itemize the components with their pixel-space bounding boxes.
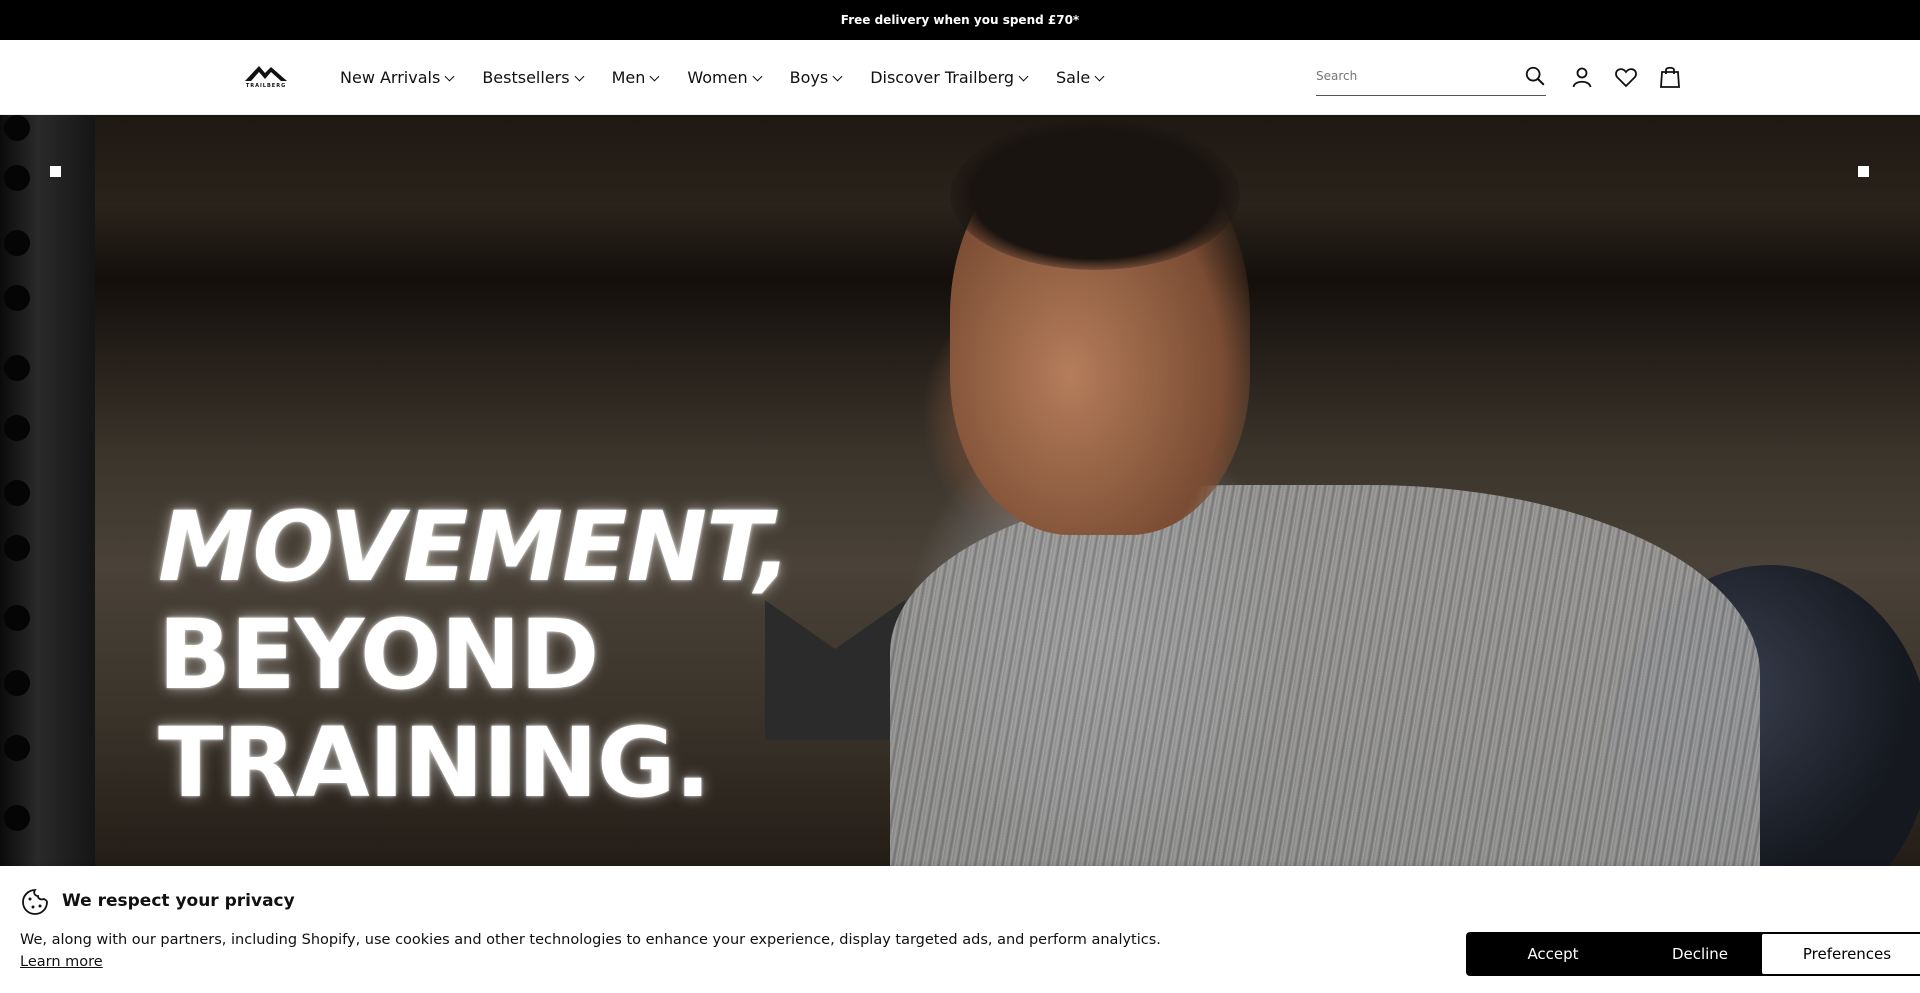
chevron-down-icon: [1018, 71, 1029, 82]
preferences-button[interactable]: Preferences: [1760, 932, 1920, 976]
chevron-down-icon: [649, 71, 660, 82]
search-icon[interactable]: [1524, 65, 1546, 87]
slide-indicator-right[interactable]: [1858, 166, 1869, 177]
hero-headline-line: TRAINING.: [158, 707, 711, 819]
logo-text: TRAILBERG: [245, 83, 287, 89]
nav-item-women[interactable]: Women: [687, 68, 763, 87]
nav-item-label: New Arrivals: [340, 68, 441, 87]
nav-item-label: Men: [611, 68, 646, 87]
wishlist-heart-icon[interactable]: [1614, 65, 1638, 89]
chevron-down-icon: [574, 71, 585, 82]
announcement-text: Free delivery when you spend £70*: [840, 13, 1080, 27]
hero-image-athlete-hair: [950, 120, 1240, 270]
hero-image-rack: [0, 115, 95, 866]
chevron-down-icon: [1094, 71, 1105, 82]
hero-headline: MOVEMENT, BEYOND TRAINING.: [158, 491, 792, 819]
nav-item-men[interactable]: Men: [611, 68, 660, 87]
logo-mark-icon: [245, 66, 287, 81]
announcement-bar: Free delivery when you spend £70*: [0, 0, 1920, 40]
nav-item-boys[interactable]: Boys: [789, 68, 843, 87]
search-field: [1316, 56, 1546, 96]
cookie-banner: We respect your privacy We, along with o…: [0, 866, 1920, 993]
hero-headline-line: BEYOND: [158, 599, 599, 711]
chevron-down-icon: [752, 71, 763, 82]
nav-item-label: Women: [687, 68, 748, 87]
nav-item-label: Bestsellers: [482, 68, 570, 87]
nav-item-new-arrivals[interactable]: New Arrivals: [340, 68, 455, 87]
nav-item-label: Discover Trailberg: [870, 68, 1015, 87]
brand-logo[interactable]: TRAILBERG: [240, 64, 292, 90]
nav-item-label: Boys: [789, 68, 829, 87]
nav-item-sale[interactable]: Sale: [1056, 68, 1105, 87]
nav-item-label: Sale: [1056, 68, 1091, 87]
chevron-down-icon: [444, 71, 455, 82]
nav-item-discover-trailberg[interactable]: Discover Trailberg: [870, 68, 1029, 87]
nav-item-bestsellers[interactable]: Bestsellers: [482, 68, 585, 87]
chevron-down-icon: [832, 71, 843, 82]
main-nav: New Arrivals Bestsellers Men Women Boys …: [340, 40, 1132, 115]
cookie-icon: [22, 889, 48, 915]
hero-banner[interactable]: MOVEMENT, BEYOND TRAINING.: [0, 115, 1920, 866]
cart-bag-icon[interactable]: [1658, 65, 1682, 89]
cookie-banner-title: We respect your privacy: [62, 891, 295, 911]
cookie-banner-text: We, along with our partners, including S…: [20, 932, 1161, 948]
hero-image-athlete-top: [890, 485, 1760, 866]
slide-indicator-left[interactable]: [50, 166, 61, 177]
hero-headline-line: MOVEMENT,: [158, 491, 792, 603]
account-icon[interactable]: [1570, 65, 1594, 89]
search-input[interactable]: [1316, 68, 1496, 83]
learn-more-link[interactable]: Learn more: [20, 954, 103, 970]
